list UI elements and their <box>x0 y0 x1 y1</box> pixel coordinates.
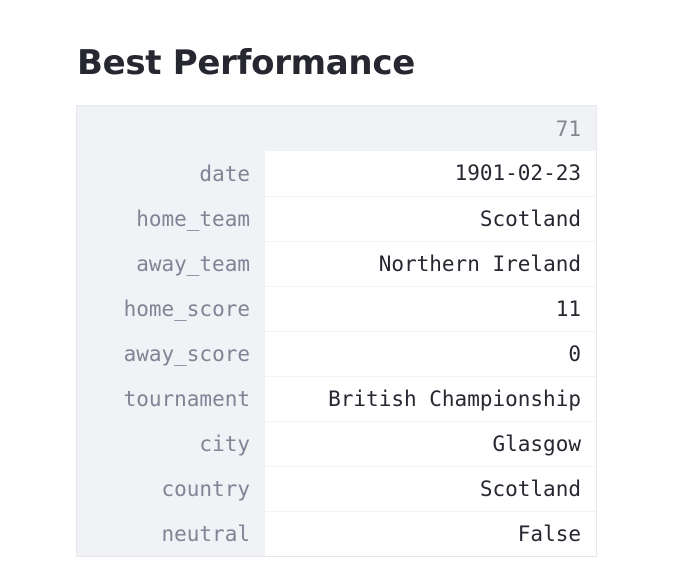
table-row-tournament: tournament British Championship <box>77 376 596 422</box>
row-label-country: country <box>77 466 265 511</box>
cell-away-team[interactable]: Northern Ireland <box>265 241 596 287</box>
cell-date[interactable]: 1901-02-23 <box>265 151 596 197</box>
data-table: 71 date 1901-02-23 home_team Scotland aw… <box>77 106 596 556</box>
table-row-city: city Glasgow <box>77 421 596 467</box>
row-label-home-team: home_team <box>77 196 265 241</box>
table-row-home-team: home_team Scotland <box>77 196 596 242</box>
row-label-tournament: tournament <box>77 376 265 421</box>
row-label-away-score: away_score <box>77 331 265 376</box>
row-label-date: date <box>77 151 265 196</box>
table-row-home-score: home_score 11 <box>77 286 596 332</box>
row-label-neutral: neutral <box>77 511 265 556</box>
table-row-away-score: away_score 0 <box>77 331 596 377</box>
table-row-date: date 1901-02-23 <box>77 151 596 197</box>
cell-tournament[interactable]: British Championship <box>265 376 596 422</box>
table-row-country: country Scotland <box>77 466 596 512</box>
row-label-city: city <box>77 421 265 466</box>
table-row-neutral: neutral False <box>77 511 596 556</box>
index-header-cell <box>77 106 265 151</box>
row-label-home-score: home_score <box>77 286 265 331</box>
cell-neutral[interactable]: False <box>265 511 596 556</box>
column-header-71[interactable]: 71 <box>265 106 596 151</box>
table-row-away-team: away_team Northern Ireland <box>77 241 596 287</box>
cell-city[interactable]: Glasgow <box>265 421 596 467</box>
cell-home-team[interactable]: Scotland <box>265 196 596 242</box>
row-label-away-team: away_team <box>77 241 265 286</box>
cell-home-score[interactable]: 11 <box>265 286 596 332</box>
table-header-row: 71 <box>77 106 596 151</box>
page-title: Best Performance <box>77 43 415 83</box>
dataframe-table[interactable]: 71 date 1901-02-23 home_team Scotland aw… <box>76 105 597 557</box>
cell-country[interactable]: Scotland <box>265 466 596 512</box>
cell-away-score[interactable]: 0 <box>265 331 596 377</box>
